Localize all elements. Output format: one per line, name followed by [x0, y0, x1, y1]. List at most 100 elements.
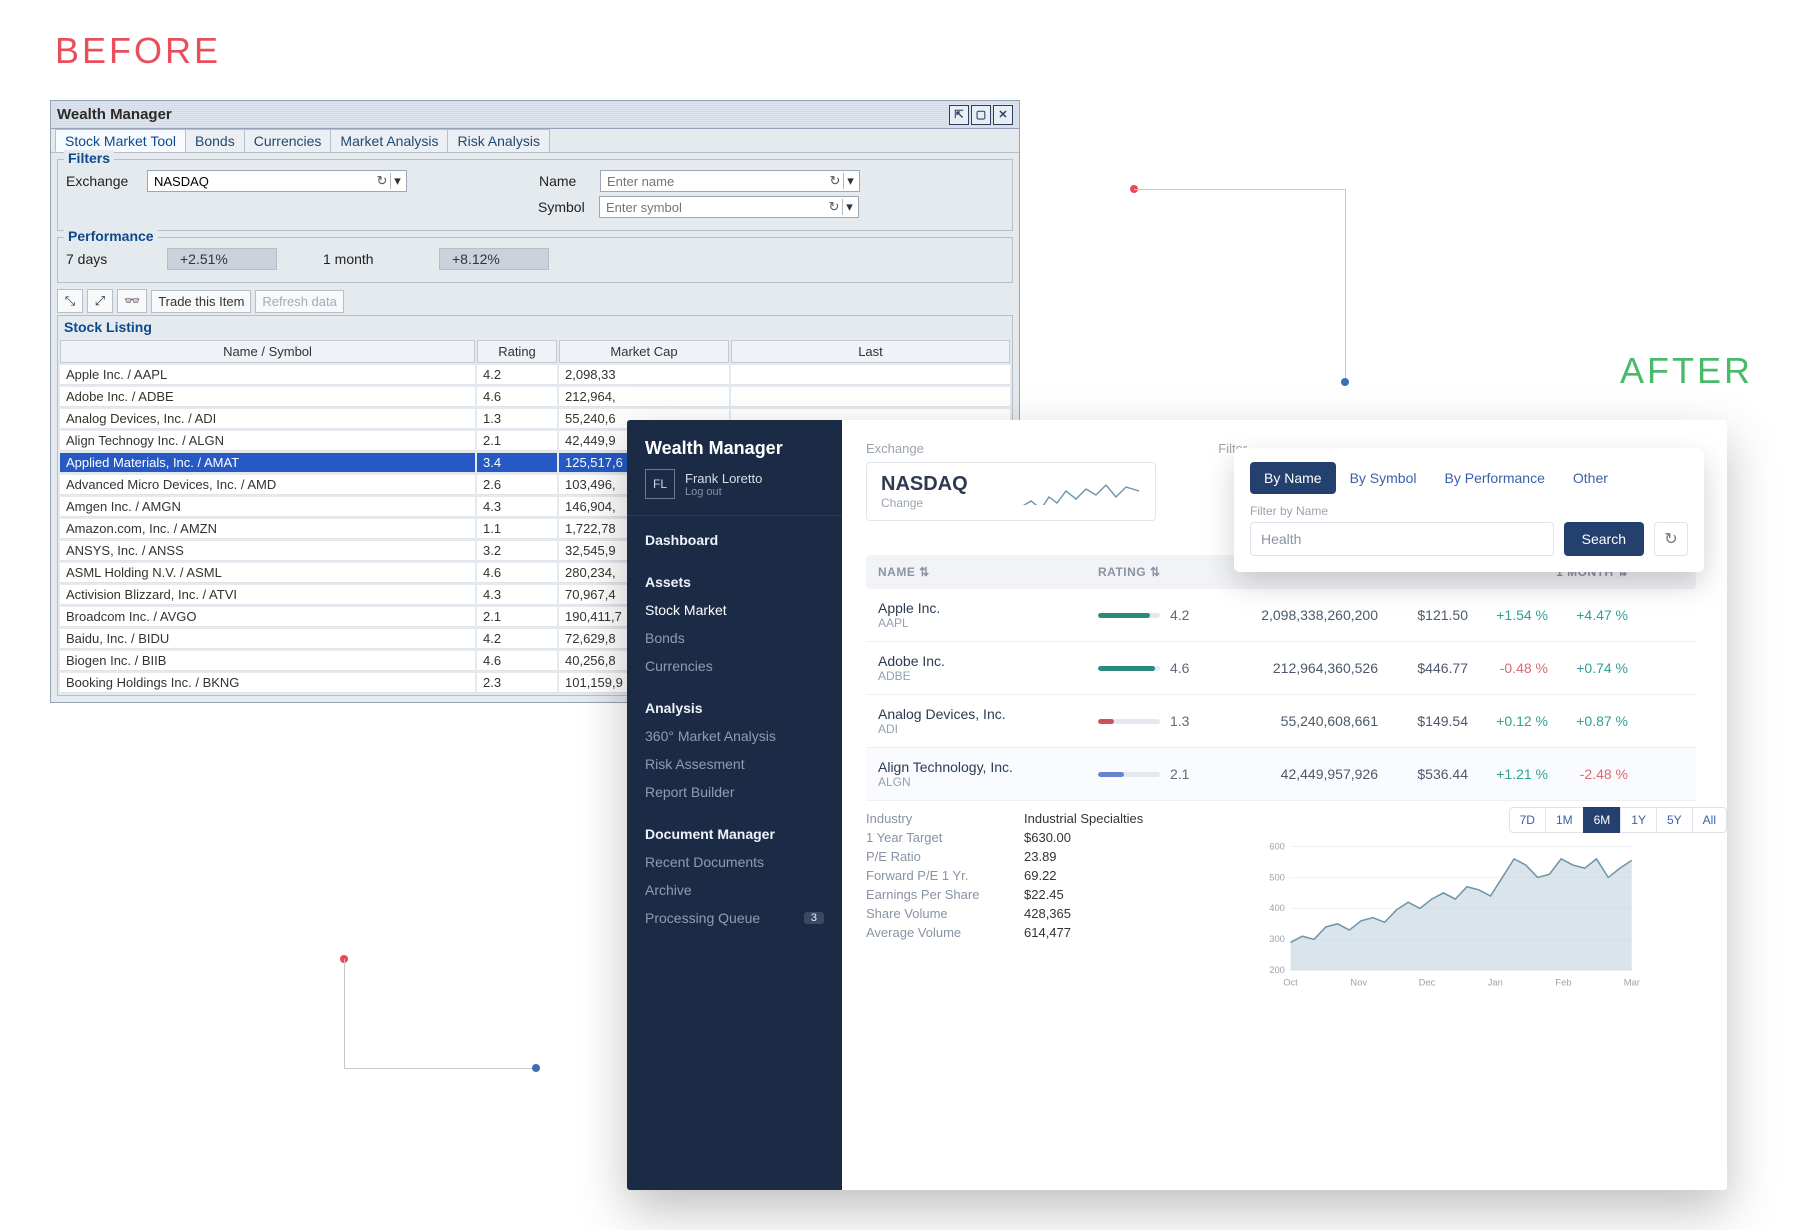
detach-icon[interactable]: ⇱: [949, 105, 969, 125]
performance-legend: Performance: [64, 228, 158, 244]
detail-row: Average Volume614,477: [866, 925, 1143, 940]
name-input[interactable]: [605, 173, 827, 190]
perf7-value: +2.51%: [167, 248, 277, 270]
filter-tab-by-name[interactable]: By Name: [1250, 462, 1336, 494]
exchange-name: NASDAQ: [881, 473, 968, 496]
trade-button[interactable]: Trade this Item: [151, 290, 251, 313]
nav-head[interactable]: Assets: [627, 568, 842, 596]
close-icon[interactable]: ✕: [993, 105, 1013, 125]
sidebar-item-360-market-analysis[interactable]: 360° Market Analysis: [627, 722, 842, 750]
decorative-line: [344, 959, 345, 1069]
table-row[interactable]: Analog Devices, Inc.ADI 1.3 55,240,608,6…: [866, 695, 1696, 748]
exchange-sub: Change: [881, 496, 968, 510]
detail-row: Forward P/E 1 Yr.69.22: [866, 868, 1143, 883]
zoom-out-icon[interactable]: ⤡: [57, 289, 83, 313]
filters-fieldset: Filters Exchange ↻ ▾ Name ↻ ▾ Symbol ↻ ▾: [57, 159, 1013, 231]
sidebar-item-risk-assesment[interactable]: Risk Assesment: [627, 750, 842, 778]
sidebar-item-stock-market[interactable]: Stock Market: [627, 596, 842, 624]
tab-stock-market-tool[interactable]: Stock Market Tool: [55, 129, 186, 152]
col-mcap[interactable]: Market Cap: [559, 340, 729, 363]
svg-text:Dec: Dec: [1419, 977, 1436, 987]
exchange-label: Exchange: [866, 441, 924, 456]
sidebar-item-processing-queue[interactable]: Processing Queue3: [627, 904, 842, 932]
exchange-input[interactable]: [152, 173, 374, 190]
before-tabs: Stock Market ToolBondsCurrenciesMarket A…: [51, 129, 1019, 153]
brand: Wealth Manager: [627, 420, 842, 469]
table-row[interactable]: Adobe Inc. / ADBE4.6212,964,: [60, 387, 1010, 407]
stock-table-modern: NAME ⇅ RATING ⇅ 1 MONTH ⇅ Apple Inc.AAPL…: [866, 555, 1696, 801]
range-6m[interactable]: 6M: [1583, 807, 1622, 833]
range-5y[interactable]: 5Y: [1656, 807, 1693, 833]
col-rating[interactable]: RATING ⇅: [1098, 565, 1218, 579]
table-row[interactable]: Apple Inc. / AAPL4.22,098,33: [60, 365, 1010, 385]
search-button[interactable]: Search: [1564, 522, 1644, 556]
sidebar-item-recent-documents[interactable]: Recent Documents: [627, 848, 842, 876]
decorative-line: [344, 1068, 534, 1069]
svg-text:500: 500: [1269, 872, 1285, 882]
decorative-line: [1345, 189, 1346, 379]
symbol-input[interactable]: [604, 199, 826, 216]
tab-bonds[interactable]: Bonds: [185, 129, 245, 152]
sidebar-item-archive[interactable]: Archive: [627, 876, 842, 904]
col-rating[interactable]: Rating: [477, 340, 557, 363]
table-row[interactable]: Align Technology, Inc.ALGN 2.1 42,449,95…: [866, 748, 1696, 801]
binoculars-icon[interactable]: 👓: [117, 289, 147, 313]
col-last[interactable]: Last: [731, 340, 1010, 363]
before-toolbar: ⤡ ⤢ 👓 Trade this Item Refresh data: [57, 289, 1013, 313]
chart-area: 7D1M6M1Y5YAll 200300400500600OctNovDecJa…: [1173, 807, 1727, 994]
performance-fieldset: Performance 7 days +2.51% 1 month +8.12%: [57, 237, 1013, 283]
tab-currencies[interactable]: Currencies: [244, 129, 332, 152]
filter-tab-by-symbol[interactable]: By Symbol: [1336, 462, 1431, 494]
nav-head[interactable]: Analysis: [627, 694, 842, 722]
sidebar: Wealth Manager FL Frank Loretto Log out …: [627, 420, 842, 1190]
col-name[interactable]: NAME ⇅: [878, 565, 1098, 579]
exchange-card[interactable]: NASDAQ Change: [866, 462, 1156, 521]
table-row[interactable]: Adobe Inc.ADBE 4.6 212,964,360,526 $446.…: [866, 642, 1696, 695]
name-combobox[interactable]: ↻ ▾: [600, 170, 860, 192]
svg-text:Nov: Nov: [1351, 977, 1368, 987]
listing-legend: Stock Listing: [58, 316, 1012, 338]
filter-tab-other[interactable]: Other: [1559, 462, 1622, 494]
exchange-combobox[interactable]: ↻ ▾: [147, 170, 407, 192]
nav-dashboard[interactable]: Dashboard: [627, 526, 842, 554]
refresh-button[interactable]: Refresh data: [255, 290, 343, 313]
tab-market-analysis[interactable]: Market Analysis: [330, 129, 448, 152]
filter-tab-by-performance[interactable]: By Performance: [1431, 462, 1559, 494]
symbol-label: Symbol: [538, 199, 593, 215]
svg-text:Jan: Jan: [1488, 977, 1503, 987]
svg-text:300: 300: [1269, 934, 1285, 944]
perf7-label: 7 days: [66, 251, 161, 267]
logout-link[interactable]: Log out: [685, 486, 762, 498]
sidebar-item-currencies[interactable]: Currencies: [627, 652, 842, 680]
window-title: Wealth Manager: [57, 106, 172, 123]
filter-input[interactable]: [1250, 522, 1554, 556]
svg-text:200: 200: [1269, 965, 1285, 975]
before-heading: BEFORE: [55, 30, 221, 72]
maximize-icon[interactable]: ▢: [971, 105, 991, 125]
refresh-icon[interactable]: ↻: [374, 173, 390, 189]
chevron-down-icon[interactable]: ▾: [843, 173, 857, 189]
decorative-line: [1134, 189, 1346, 190]
detail-row: IndustryIndustrial Specialties: [866, 811, 1143, 826]
avatar[interactable]: FL: [645, 469, 675, 499]
range-1y[interactable]: 1Y: [1620, 807, 1657, 833]
detail-row: 1 Year Target$630.00: [866, 830, 1143, 845]
exchange-label: Exchange: [66, 173, 141, 189]
svg-text:600: 600: [1269, 841, 1285, 851]
nav-head[interactable]: Document Manager: [627, 820, 842, 848]
sidebar-item-bonds[interactable]: Bonds: [627, 624, 842, 652]
range-1m[interactable]: 1M: [1545, 807, 1584, 833]
chevron-down-icon[interactable]: ▾: [390, 173, 404, 189]
refresh-icon[interactable]: ↻: [827, 173, 843, 189]
clear-icon[interactable]: ↻: [1654, 522, 1688, 556]
zoom-in-icon[interactable]: ⤢: [87, 289, 113, 313]
symbol-combobox[interactable]: ↻ ▾: [599, 196, 859, 218]
range-7d[interactable]: 7D: [1509, 807, 1546, 833]
col-name[interactable]: Name / Symbol: [60, 340, 475, 363]
table-row[interactable]: Apple Inc.AAPL 4.2 2,098,338,260,200 $12…: [866, 589, 1696, 642]
chevron-down-icon[interactable]: ▾: [842, 199, 856, 215]
tab-risk-analysis[interactable]: Risk Analysis: [447, 129, 549, 152]
refresh-icon[interactable]: ↻: [826, 199, 842, 215]
sidebar-item-report-builder[interactable]: Report Builder: [627, 778, 842, 806]
range-all[interactable]: All: [1692, 807, 1727, 833]
